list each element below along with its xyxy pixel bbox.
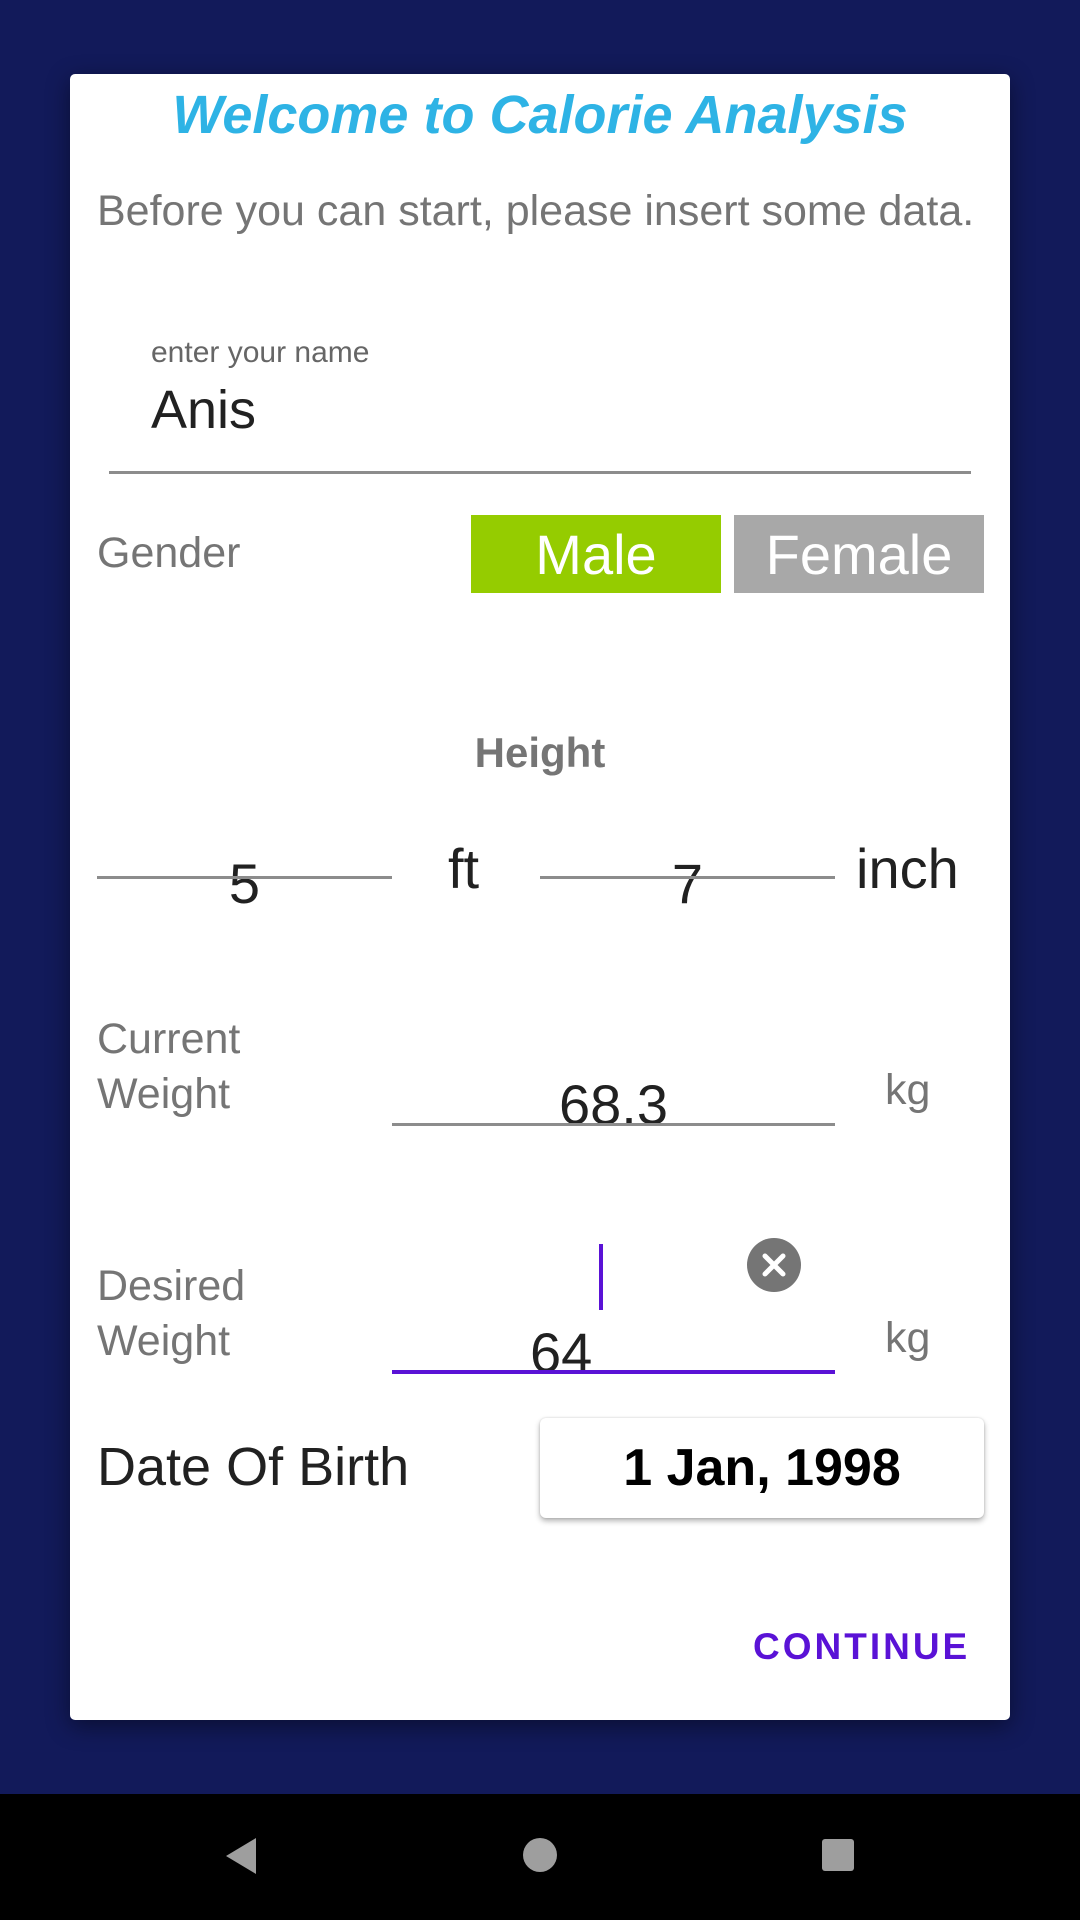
inch-unit: inch [856, 837, 959, 900]
continue-button[interactable]: CONTINUE [753, 1626, 967, 1668]
gender-female-button[interactable]: Female [734, 515, 984, 593]
setup-dialog: Welcome to Calorie Analysis Before you c… [70, 74, 1010, 1720]
recents-icon[interactable] [820, 1837, 856, 1873]
current-weight-underline [392, 1123, 835, 1126]
system-nav-bar [0, 1794, 1080, 1920]
gender-male-button[interactable]: Male [471, 515, 721, 593]
current-weight-input[interactable]: 68.3 [392, 1072, 835, 1137]
name-field-label: enter your name [151, 336, 370, 369]
name-underline [109, 471, 971, 474]
gender-label: Gender [97, 529, 241, 577]
name-input[interactable]: Anis [151, 379, 256, 441]
current-weight-label: Current Weight [97, 1015, 241, 1118]
back-icon[interactable] [222, 1834, 260, 1878]
dialog-title: Welcome to Calorie Analysis [172, 85, 908, 145]
height-inch-input[interactable]: 7 [540, 851, 835, 916]
desired-weight-unit: kg [885, 1314, 931, 1362]
height-inch-underline [540, 876, 835, 879]
desired-weight-underline [392, 1370, 835, 1374]
home-icon[interactable] [521, 1836, 559, 1874]
feet-unit: ft [448, 837, 480, 900]
desired-weight-label: Desired Weight [97, 1262, 246, 1365]
height-feet-underline [97, 876, 392, 879]
intro-text: Before you can start, please insert some… [97, 187, 975, 235]
height-heading: Height [474, 729, 606, 776]
clear-icon[interactable] [747, 1238, 801, 1292]
desired-weight-input[interactable]: 64 [530, 1320, 640, 1385]
dob-picker-button[interactable]: 1 Jan, 1998 [540, 1418, 984, 1518]
text-cursor [599, 1244, 603, 1310]
current-weight-unit: kg [885, 1066, 931, 1114]
height-feet-input[interactable]: 5 [97, 851, 392, 916]
dob-label: Date Of Birth [97, 1437, 410, 1497]
